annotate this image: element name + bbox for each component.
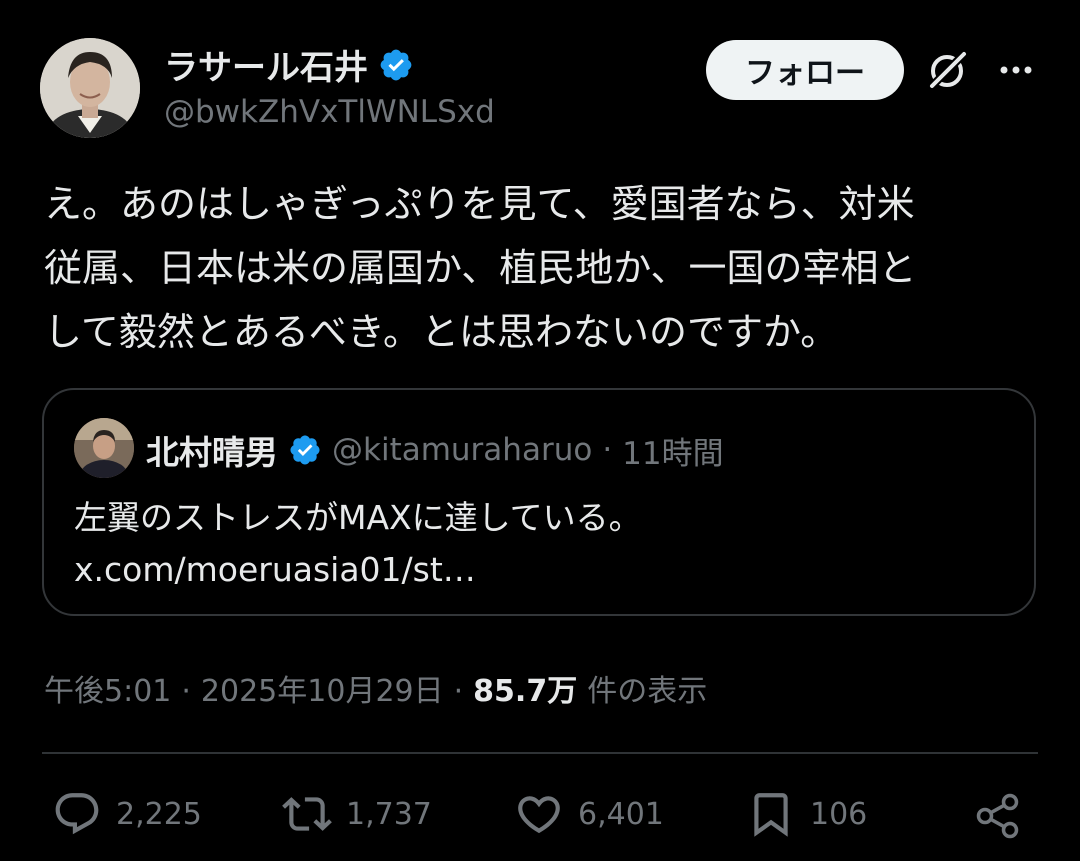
tweet-text-line: 従属、日本は米の属国か、植民地か、一国の宰相と [44,246,917,290]
tweet-date[interactable]: 2025年10月29日 [201,666,444,710]
views-label: 件の表示 [587,674,708,709]
quote-separator: · [602,432,613,468]
bookmark-icon [754,793,788,837]
tweet-text-line: え。あのはしゃぎっぷりを見て、愛国者なら、対米 [44,182,915,226]
quote-body: 左翼のストレスがMAXに達している。 x.com/moeruasia01/st… [74,492,642,596]
tweet-text: え。あのはしゃぎっぷりを見て、愛国者なら、対米 従属、日本は米の属国か、植民地か… [44,172,1044,364]
tweet-time[interactable]: 午後5:01 [44,666,171,710]
verified-badge-icon [290,435,320,465]
repost-count: 1,737 [346,796,432,832]
reply-button[interactable]: 2,225 [52,786,202,842]
meta-separator: · [453,674,464,709]
quoted-tweet[interactable]: 北村晴男 @kitamuraharuo · 11時間 左翼のストレスがMAXに達… [42,388,1036,616]
share-icon[interactable] [972,790,1024,842]
grok-icon[interactable] [926,48,970,92]
quote-timestamp[interactable]: 11時間 [622,428,723,473]
reply-icon [55,793,99,835]
bookmark-count: 106 [810,796,868,832]
quote-author-avatar[interactable] [74,418,134,478]
reply-count: 2,225 [116,796,202,832]
like-button[interactable]: 6,401 [514,786,664,842]
author-name[interactable]: ラサール石井 [164,40,368,89]
more-options-icon[interactable] [996,56,1036,84]
meta-separator: · [181,674,191,709]
like-count: 6,401 [578,796,664,832]
tweet-meta: 午後5:01 · 2025年10月29日 · 85.7万 件の表示 [44,666,707,710]
quote-author-name[interactable]: 北村晴男 [146,426,278,474]
quote-header: 北村晴男 @kitamuraharuo · 11時間 [146,426,724,474]
quote-author-handle[interactable]: @kitamuraharuo [332,432,592,468]
quote-link[interactable]: x.com/moeruasia01/st… [74,544,642,596]
tweet-text-line: して毅然とあるべき。とは思わないのですか。 [44,310,839,354]
views-count[interactable]: 85.7万 [473,666,577,710]
author-avatar[interactable] [40,38,140,138]
repost-icon [282,797,332,831]
quote-text: 左翼のストレスがMAXに達している。 [74,498,642,537]
divider [42,752,1038,754]
follow-button[interactable]: フォロー [706,40,904,100]
author-handle[interactable]: @bwkZhVxTlWNLSxd [164,94,495,130]
author-name-row[interactable]: ラサール石井 [164,40,414,89]
bookmark-button[interactable]: 106 [746,786,867,842]
repost-button[interactable]: 1,737 [282,786,432,842]
heart-icon [518,796,560,834]
verified-badge-icon [380,49,412,80]
